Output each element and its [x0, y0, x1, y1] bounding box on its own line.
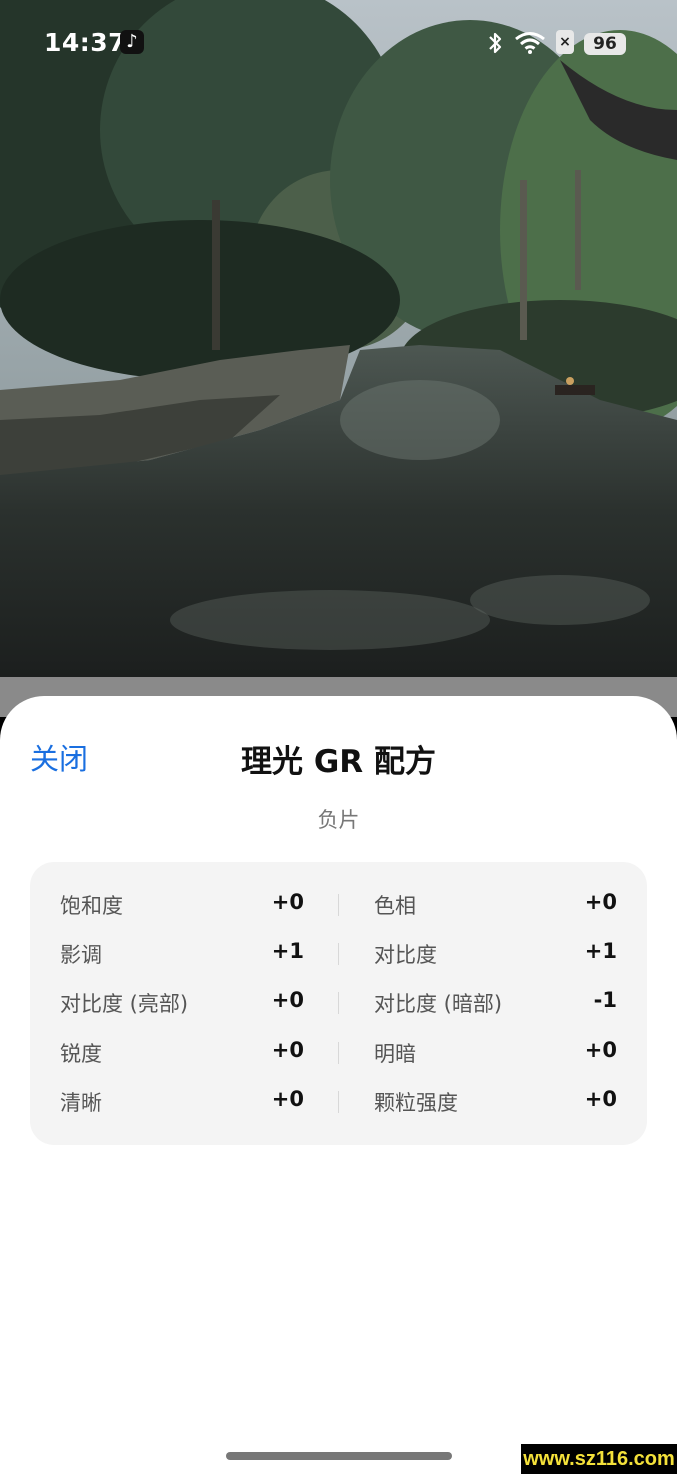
- param-value: +0: [271, 1038, 304, 1062]
- screen: 14:37 ♪ × 96 关闭 理光 GR 配方 负片 饱和度 +0 色相 +0: [0, 0, 677, 1474]
- param-label: 颗粒强度: [374, 1091, 458, 1115]
- param-row: 对比度 (亮部) +0 对比度 (暗部) -1: [30, 982, 647, 1022]
- param-label: 对比度 (暗部): [374, 992, 503, 1016]
- watermark: www.sz116.com: [521, 1444, 677, 1474]
- param-label: 影调: [60, 943, 102, 967]
- param-value: +0: [584, 1087, 617, 1111]
- param-label: 色相: [374, 894, 416, 918]
- param-value: +0: [271, 1087, 304, 1111]
- param-row: 饱和度 +0 色相 +0: [30, 884, 647, 924]
- sheet-subtitle: 负片: [317, 808, 360, 832]
- param-row: 影调 +1 对比度 +1: [30, 933, 647, 973]
- param-value: +0: [584, 890, 617, 914]
- status-bar: 14:37 ♪ × 96: [0, 0, 677, 86]
- param-divider: [338, 1042, 339, 1064]
- param-value: +0: [584, 1038, 617, 1062]
- param-label: 对比度 (亮部): [60, 992, 189, 1016]
- param-label: 饱和度: [60, 894, 123, 918]
- sheet-title: 理光 GR 配方: [241, 744, 436, 780]
- param-divider: [338, 894, 339, 916]
- wifi-icon: [515, 32, 545, 54]
- home-indicator[interactable]: [226, 1452, 452, 1460]
- param-row: 清晰 +0 颗粒强度 +0: [30, 1081, 647, 1121]
- param-divider: [338, 943, 339, 965]
- param-row: 锐度 +0 明暗 +0: [30, 1032, 647, 1072]
- param-value: +1: [271, 939, 304, 963]
- param-label: 对比度: [374, 943, 437, 967]
- params-card: 饱和度 +0 色相 +0 影调 +1 对比度 +1 对比度 (亮部) +0 对比…: [30, 862, 647, 1145]
- param-value: +1: [584, 939, 617, 963]
- battery-icon: 96: [584, 33, 626, 55]
- param-divider: [338, 992, 339, 1014]
- param-label: 明暗: [374, 1042, 416, 1066]
- background-photo: [0, 0, 677, 677]
- param-value: +0: [271, 988, 304, 1012]
- bluetooth-icon: [489, 32, 502, 54]
- param-label: 清晰: [60, 1091, 102, 1115]
- status-time: 14:37: [44, 28, 127, 57]
- tiktok-icon: ♪: [120, 30, 144, 54]
- param-value: +0: [271, 890, 304, 914]
- param-value: -1: [593, 988, 617, 1012]
- recipe-sheet: 关闭 理光 GR 配方 负片 饱和度 +0 色相 +0 影调 +1 对比度 +1…: [0, 696, 677, 1474]
- param-label: 锐度: [60, 1042, 102, 1066]
- param-divider: [338, 1091, 339, 1113]
- sim-off-icon: ×: [556, 30, 574, 54]
